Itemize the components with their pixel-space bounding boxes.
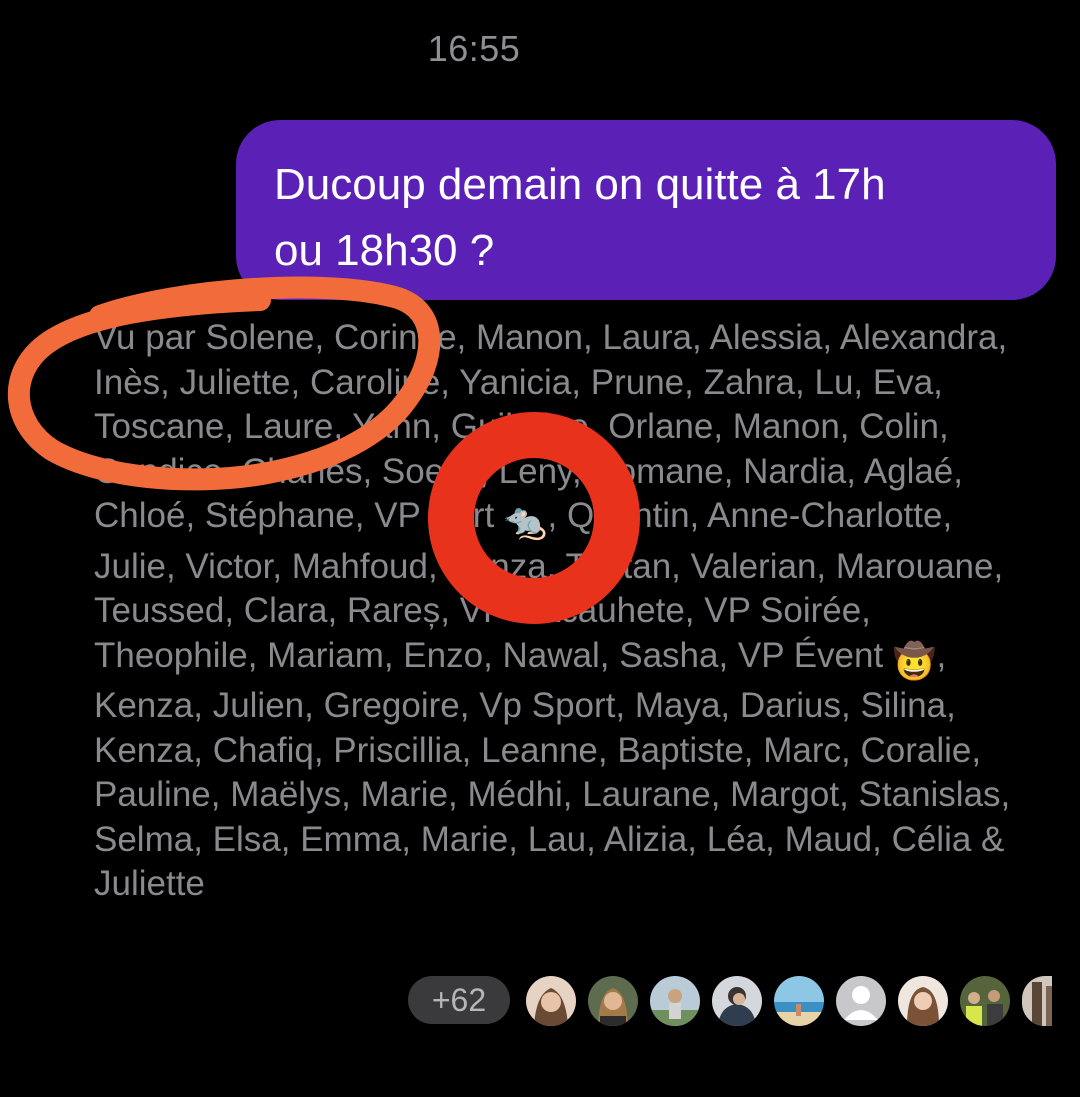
message-timestamp: 16:55 — [427, 28, 521, 69]
reader-avatar[interactable] — [710, 974, 764, 1028]
reader-avatar[interactable] — [834, 974, 888, 1028]
reader-avatar[interactable] — [586, 974, 640, 1028]
reader-avatar[interactable] — [896, 974, 950, 1028]
reader-avatar[interactable] — [524, 974, 578, 1028]
reader-avatar[interactable] — [772, 974, 826, 1028]
reader-avatar[interactable] — [1020, 974, 1054, 1028]
message-text-line-1: Ducoup demain on quitte à 17h — [274, 160, 886, 209]
person-photo-icon — [898, 976, 948, 1026]
person-photo-icon — [712, 976, 762, 1026]
cowboy-emoji-icon: 🤠 — [892, 641, 937, 681]
person-photo-icon — [1022, 976, 1052, 1026]
reader-avatar[interactable] — [958, 974, 1012, 1028]
person-photo-icon — [588, 976, 638, 1026]
default-avatar-icon — [836, 976, 886, 1026]
person-photo-icon — [526, 976, 576, 1026]
rat-emoji-icon: 🐀 — [503, 502, 548, 541]
reader-avatar[interactable] — [648, 974, 702, 1028]
sent-message-bubble[interactable]: Ducoup demain on quitte à 17h ou 18h30 ? — [236, 120, 1056, 300]
person-photo-icon — [650, 976, 700, 1026]
seen-by-list[interactable]: Vu par Solene, Corinne, Manon, Laura, Al… — [94, 316, 1034, 907]
more-readers-chip[interactable]: +62 — [408, 976, 510, 1024]
seen-by-text-3: , Kenza, Julien, Gregoire, Vp Sport, May… — [94, 635, 1011, 904]
message-text-line-2: ou 18h30 ? — [274, 226, 495, 275]
beach-photo-icon — [774, 976, 824, 1026]
group-photo-icon — [960, 976, 1010, 1026]
